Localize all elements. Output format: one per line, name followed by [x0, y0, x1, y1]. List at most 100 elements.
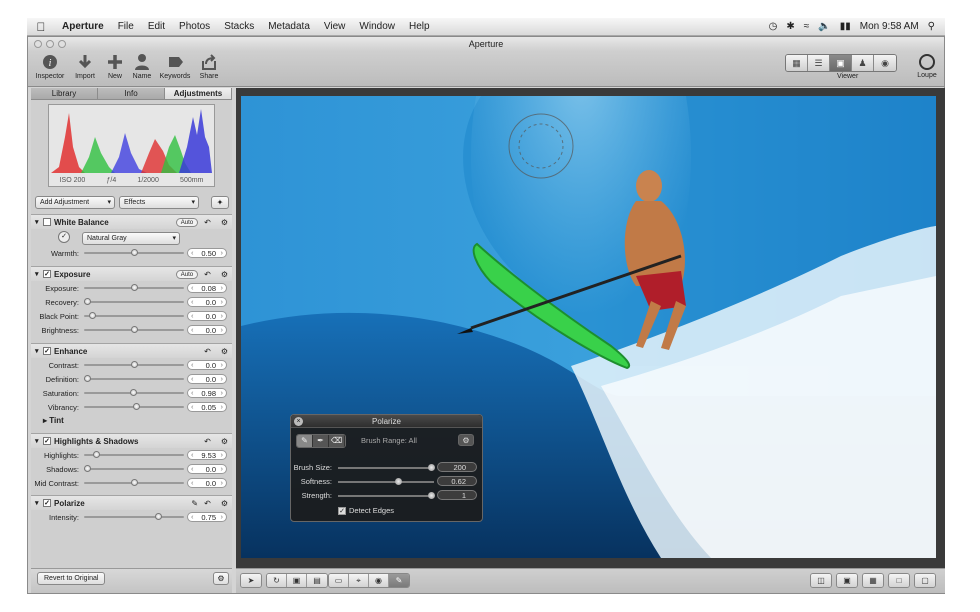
disclosure-icon[interactable]: ▾ [35, 218, 43, 226]
brick-header[interactable]: ▾ ✓ Enhance ↶ ⚙ [31, 344, 232, 358]
slider-value-field[interactable]: 0.0 [187, 297, 227, 307]
slider-value-field[interactable]: 1 [437, 490, 477, 500]
keywords-button[interactable]: Keywords [158, 53, 192, 80]
slider-knob[interactable] [154, 513, 162, 520]
slider-knob[interactable] [84, 298, 91, 305]
slider-knob[interactable] [428, 492, 436, 499]
brush-tool-icon[interactable]: ✎ [389, 574, 409, 587]
slider-knob[interactable] [84, 375, 91, 382]
zoom-window-button[interactable] [58, 40, 66, 48]
slider-knob[interactable] [131, 326, 138, 333]
slider-knob[interactable] [93, 451, 101, 458]
enable-checkbox[interactable]: ✓ [43, 347, 51, 355]
reset-icon[interactable]: ↶ [204, 347, 211, 356]
pointer-tool-icon[interactable]: ➤ [241, 574, 261, 587]
eyedropper-icon[interactable]: ✓ [58, 231, 70, 243]
slider-track[interactable] [84, 378, 184, 380]
tint-disclosure[interactable]: ▸ Tint [31, 414, 232, 427]
slider-value-field[interactable]: 0.0 [187, 374, 227, 384]
apple-icon[interactable]:  [27, 20, 55, 34]
places-view-button[interactable]: ◉ [874, 55, 896, 71]
slider-knob[interactable] [130, 389, 138, 396]
slider-track[interactable] [338, 481, 434, 483]
slider-track[interactable] [84, 516, 184, 518]
slider-value-field[interactable]: 0.62 [437, 476, 477, 486]
menu-clock[interactable]: Mon 9:58 AM [860, 21, 919, 32]
slider-knob[interactable] [131, 249, 138, 256]
red-eye-tool-icon[interactable]: ◉ [369, 574, 389, 587]
overlay-popup-icon[interactable]: ▣ [837, 574, 857, 587]
reset-icon[interactable]: ↶ [204, 218, 211, 227]
slider-value-field[interactable]: 0.98 [187, 388, 227, 398]
slider-value-field[interactable]: 0.0 [187, 311, 227, 321]
slider-knob[interactable] [428, 464, 436, 471]
close-icon[interactable]: × [294, 417, 303, 426]
battery-icon[interactable]: ▮▮ [840, 21, 851, 32]
feather-brush-icon[interactable]: ✒ [313, 435, 329, 447]
auto-enhance-wand-icon[interactable]: ✦ [211, 196, 229, 209]
reset-icon[interactable]: ↶ [204, 437, 211, 446]
full-screen-icon[interactable]: ▢ [915, 574, 935, 587]
detect-edges-checkbox[interactable]: ✓ Detect Edges [338, 506, 394, 515]
slider-knob[interactable] [395, 478, 403, 485]
slider-knob[interactable] [84, 465, 91, 472]
enable-checkbox[interactable] [43, 218, 51, 226]
slider-track[interactable] [84, 301, 184, 303]
menu-view[interactable]: View [317, 21, 353, 32]
inspector-button[interactable]: i Inspector [33, 53, 67, 80]
brick-header[interactable]: ▾ ✓ Highlights & Shadows ↶ ⚙ [31, 434, 232, 448]
menu-app[interactable]: Aperture [55, 21, 111, 32]
crop-tool-icon[interactable]: ⌖ [349, 574, 369, 587]
faces-view-button[interactable]: ♟ [852, 55, 874, 71]
wb-preset-popup[interactable]: Natural Gray [82, 232, 180, 245]
slider-value-field[interactable]: 0.0 [187, 360, 227, 370]
gear-icon[interactable]: ⚙ [213, 572, 229, 585]
effects-popup[interactable]: Effects [119, 196, 199, 209]
spotlight-icon[interactable]: ⚲ [928, 21, 935, 32]
slider-value-field[interactable]: 0.0 [187, 478, 227, 488]
slider-track[interactable] [84, 468, 184, 470]
gear-icon[interactable]: ⚙ [221, 270, 228, 279]
gear-icon[interactable]: ⚙ [221, 347, 228, 356]
slider-track[interactable] [338, 495, 434, 497]
rotate-tool-icon[interactable]: ↻ [267, 574, 287, 587]
gear-icon[interactable]: ⚙ [458, 434, 474, 446]
brick-header[interactable]: ▾ White Balance Auto ↶ ⚙ [31, 215, 232, 229]
brick-header[interactable]: ▾ ✓ Polarize ✎ ↶ ⚙ [31, 496, 232, 510]
stamp-tool-icon[interactable]: ▤ [307, 574, 327, 587]
brush-icon[interactable]: ✎ [191, 499, 198, 508]
reset-icon[interactable]: ↶ [204, 499, 211, 508]
slider-knob[interactable] [131, 479, 138, 486]
slider-value-field[interactable]: 0.08 [187, 283, 227, 293]
straighten-tool-icon[interactable]: ▭ [329, 574, 349, 587]
slider-value-field[interactable]: 0.75 [187, 512, 227, 522]
list-view-button[interactable]: ☰ [808, 55, 830, 71]
brush-icon[interactable]: ✎ [297, 435, 313, 447]
share-button[interactable]: Share [192, 53, 226, 80]
tab-adjustments[interactable]: Adjustments [165, 88, 232, 99]
menu-window[interactable]: Window [352, 21, 402, 32]
loupe-button[interactable]: Loupe [912, 53, 942, 79]
menu-metadata[interactable]: Metadata [261, 21, 317, 32]
slider-knob[interactable] [132, 403, 140, 410]
viewer-button[interactable]: ▣ [830, 55, 852, 71]
add-adjustment-popup[interactable]: Add Adjustment [35, 196, 115, 209]
slider-track[interactable] [84, 315, 184, 317]
slider-track[interactable] [338, 467, 434, 469]
slider-value-field[interactable]: 0.05 [187, 402, 227, 412]
tab-info[interactable]: Info [98, 88, 165, 99]
time-machine-icon[interactable]: ◷ [769, 21, 778, 32]
wifi-icon[interactable]: ≈ [804, 21, 810, 32]
menu-stacks[interactable]: Stacks [217, 21, 261, 32]
enable-checkbox[interactable]: ✓ [43, 499, 51, 507]
enable-checkbox[interactable]: ✓ [43, 270, 51, 278]
disclosure-icon[interactable]: ▾ [35, 347, 43, 355]
slider-knob[interactable] [131, 361, 138, 368]
reset-icon[interactable]: ↶ [204, 270, 211, 279]
auto-button[interactable]: Auto [175, 217, 199, 227]
name-button[interactable]: Name [125, 53, 159, 80]
minimize-window-button[interactable] [46, 40, 54, 48]
lift-tool-icon[interactable]: ▣ [287, 574, 307, 587]
enable-checkbox[interactable]: ✓ [43, 437, 51, 445]
volume-icon[interactable]: 🔈 [818, 21, 830, 32]
